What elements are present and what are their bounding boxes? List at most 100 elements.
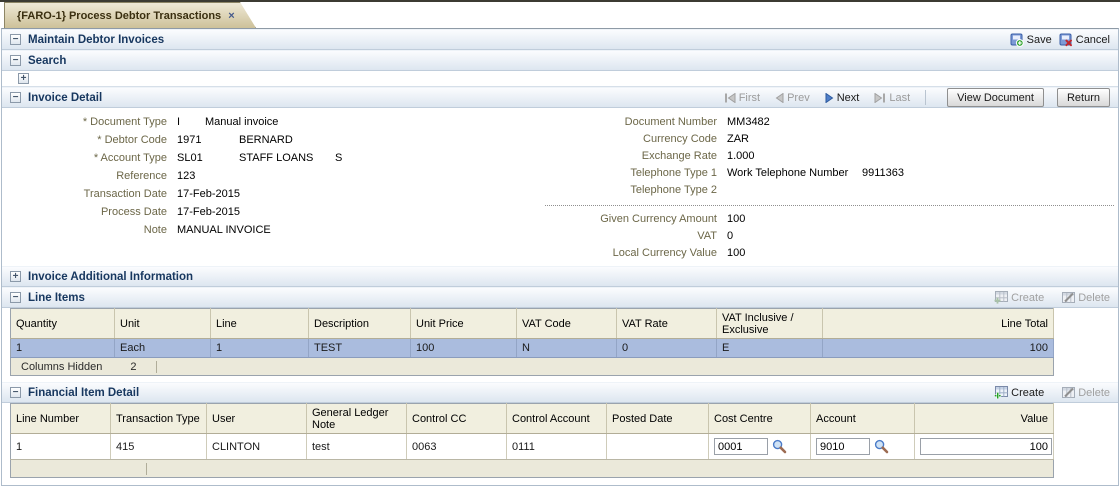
cost-centre-input[interactable] — [714, 438, 768, 455]
cell-description[interactable]: TEST — [308, 338, 411, 358]
col-unit-price[interactable]: Unit Price — [410, 308, 517, 339]
first-record-button[interactable]: First — [724, 92, 760, 104]
cancel-button[interactable]: Cancel — [1059, 33, 1110, 47]
field-value: MANUAL INVOICE — [177, 224, 271, 236]
col-control-cc[interactable]: Control CC — [406, 403, 507, 434]
col-vat-inclusive-exclusive[interactable]: VAT Inclusive / Exclusive — [716, 308, 823, 339]
field-value: ZAR — [727, 132, 749, 145]
view-document-button[interactable]: View Document — [947, 88, 1044, 107]
columns-hidden-label: Columns Hidden — [21, 360, 103, 373]
cell-user[interactable]: CLINTON — [206, 433, 307, 460]
divider — [925, 90, 927, 105]
next-record-button[interactable]: Next — [825, 91, 860, 104]
financial-row[interactable]: 1 415 CLINTON test 0063 0111 — [10, 433, 1054, 460]
cell-unit[interactable]: Each — [114, 338, 211, 358]
section-title-line-items: Line Items — [28, 291, 85, 304]
prev-label: Prev — [787, 91, 810, 104]
field-account-type: * Account Type SL01 STAFF LOANS S — [12, 149, 542, 167]
cell-line-number[interactable]: 1 — [10, 433, 111, 460]
cell-control-cc[interactable]: 0063 — [406, 433, 507, 460]
financial-create-button[interactable]: Create — [994, 386, 1044, 399]
section-title-search: Search — [28, 54, 67, 67]
section-header-financial-item-detail: − Financial Item Detail Create Delete — [2, 382, 1118, 403]
cell-vat-inclusive[interactable]: E — [716, 338, 823, 358]
cell-unit-price[interactable]: 100 — [410, 338, 517, 358]
field-exchange-rate: Exchange Rate 1.000 — [547, 147, 1114, 164]
section-header-invoice-additional-information: + Invoice Additional Information — [2, 266, 1118, 287]
field-vat: VAT 0 — [547, 227, 1114, 244]
col-posted-date[interactable]: Posted Date — [606, 403, 709, 434]
cost-centre-search-icon[interactable] — [772, 439, 787, 454]
tab-process-debtor-transactions[interactable]: {FARO-1} Process Debtor Transactions × — [4, 2, 256, 28]
line-items-create-button[interactable]: Create — [994, 291, 1044, 304]
cell-vat-rate[interactable]: 0 — [616, 338, 717, 358]
col-description[interactable]: Description — [308, 308, 411, 339]
col-unit[interactable]: Unit — [114, 308, 211, 339]
cell-line-total[interactable]: 100 — [822, 338, 1054, 358]
field-value-description: BERNARD — [239, 134, 293, 146]
create-icon — [994, 291, 1009, 304]
expand-icon[interactable]: + — [18, 73, 29, 84]
cell-quantity[interactable]: 1 — [10, 338, 115, 358]
field-label: Reference — [116, 170, 167, 182]
col-line[interactable]: Line — [210, 308, 309, 339]
form-right-column: Document Number MM3482 Currency Code ZAR… — [545, 113, 1114, 261]
collapse-icon[interactable]: − — [10, 34, 21, 45]
collapse-icon[interactable]: − — [10, 292, 21, 303]
first-label: First — [738, 91, 761, 104]
prev-icon — [775, 92, 784, 103]
line-items-row-selected[interactable]: 1 Each 1 TEST 100 N 0 E 100 — [10, 338, 1054, 358]
delete-label: Delete — [1078, 386, 1110, 399]
field-value: 100 — [727, 246, 746, 259]
save-button-label: Save — [1026, 33, 1052, 46]
cell-control-account[interactable]: 0111 — [506, 433, 607, 460]
col-account[interactable]: Account — [810, 403, 915, 434]
col-vat-rate[interactable]: VAT Rate — [616, 308, 717, 339]
delete-icon — [1061, 386, 1076, 399]
collapse-icon[interactable]: − — [10, 387, 21, 398]
cell-posted-date[interactable] — [606, 433, 709, 460]
cell-cost-centre — [708, 433, 811, 460]
col-control-account[interactable]: Control Account — [506, 403, 607, 434]
cancel-icon — [1059, 33, 1073, 47]
col-user[interactable]: User — [206, 403, 307, 434]
field-currency-code: Currency Code ZAR — [547, 130, 1114, 147]
tab-bar: {FARO-1} Process Debtor Transactions × — [0, 0, 1120, 28]
col-line-total[interactable]: Line Total — [822, 308, 1054, 339]
cell-line[interactable]: 1 — [210, 338, 309, 358]
cell-transaction-type[interactable]: 415 — [110, 433, 207, 460]
collapse-icon[interactable]: − — [10, 92, 21, 103]
field-label: Transaction Date — [83, 188, 167, 200]
section-header-invoice-detail: − Invoice Detail First Prev Next Last Vi… — [2, 87, 1118, 108]
tab-title: {FARO-1} Process Debtor Transactions — [17, 9, 222, 22]
col-value[interactable]: Value — [914, 403, 1054, 434]
col-vat-code[interactable]: VAT Code — [516, 308, 617, 339]
section-header-line-items: − Line Items Create Delete — [2, 287, 1118, 308]
value-input[interactable] — [920, 438, 1052, 455]
col-cost-centre[interactable]: Cost Centre — [708, 403, 811, 434]
col-line-number[interactable]: Line Number — [10, 403, 111, 434]
section-header-search: − Search — [2, 50, 1118, 71]
col-general-ledger-note[interactable]: General Ledger Note — [306, 403, 407, 434]
prev-record-button[interactable]: Prev — [775, 92, 810, 104]
next-label: Next — [836, 91, 860, 104]
field-debtor-code: * Debtor Code 1971 BERNARD — [12, 131, 542, 149]
col-quantity[interactable]: Quantity — [10, 308, 115, 339]
last-icon — [874, 92, 886, 103]
account-search-icon[interactable] — [874, 439, 889, 454]
section-header-maintain-debtor-invoices: − Maintain Debtor Invoices Save Cancel — [2, 29, 1118, 50]
collapse-icon[interactable]: − — [10, 55, 21, 66]
col-transaction-type[interactable]: Transaction Type — [110, 403, 207, 434]
save-button[interactable]: Save — [1010, 33, 1052, 47]
return-button[interactable]: Return — [1056, 88, 1110, 107]
cell-vat-code[interactable]: N — [516, 338, 617, 358]
financial-delete-button[interactable]: Delete — [1061, 386, 1110, 399]
tab-close-icon[interactable]: × — [228, 11, 234, 21]
field-label: Currency Code — [643, 132, 717, 145]
account-input[interactable] — [816, 438, 870, 455]
cell-gl-note[interactable]: test — [306, 433, 407, 460]
last-record-button[interactable]: Last — [874, 92, 910, 104]
line-items-delete-button[interactable]: Delete — [1061, 291, 1110, 304]
field-given-currency-amount: Given Currency Amount 100 — [547, 210, 1114, 227]
expand-icon[interactable]: + — [10, 271, 21, 282]
